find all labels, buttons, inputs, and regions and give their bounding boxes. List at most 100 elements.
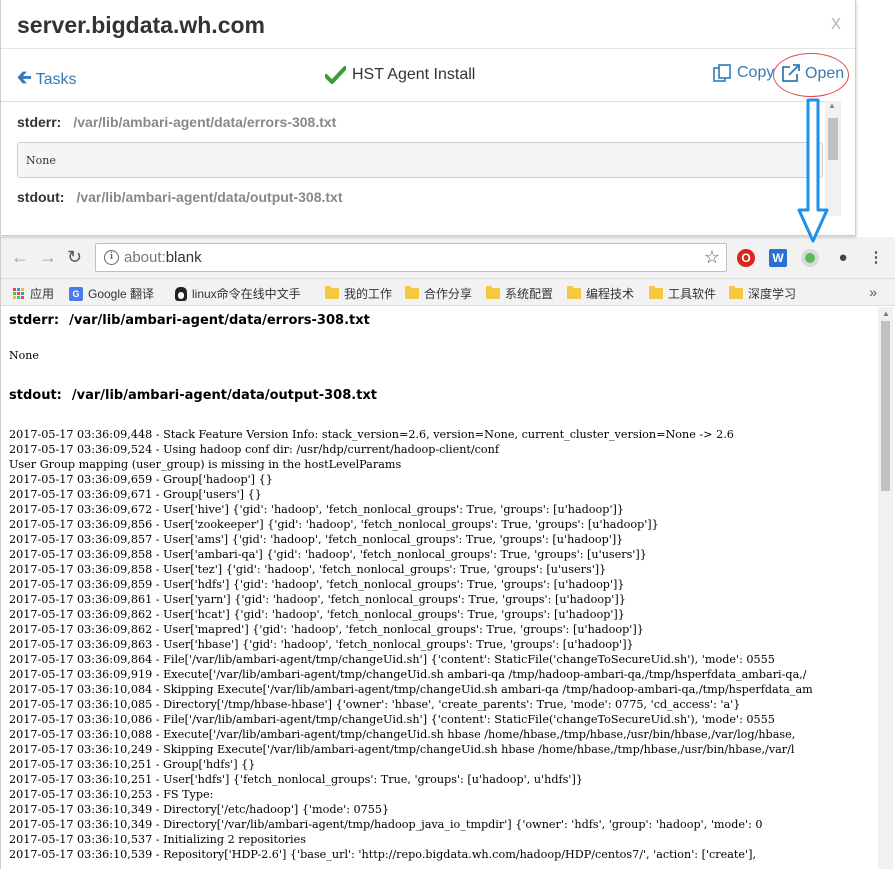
modal-stderr-value: None <box>17 142 823 178</box>
log-line: 2017-05-17 03:36:10,088 - Execute['/var/… <box>9 728 796 741</box>
copy-label: Copy <box>737 64 775 81</box>
address-bar[interactable]: i about:blank ☆ <box>95 243 727 272</box>
url-text: about:blank <box>124 249 202 266</box>
url-protocol: about: <box>124 249 166 266</box>
stderr-path: /var/lib/ambari-agent/data/errors-308.tx… <box>69 313 370 328</box>
folder-icon <box>325 286 339 299</box>
log-line: 2017-05-17 03:36:09,864 - File['/var/lib… <box>9 653 775 666</box>
bookmark-folder-work[interactable]: 我的工作 <box>325 285 392 302</box>
folder-icon <box>486 286 500 299</box>
tux-icon <box>175 286 187 301</box>
log-line: 2017-05-17 03:36:09,448 - Stack Feature … <box>9 428 734 441</box>
google-translate-icon: G <box>69 286 83 301</box>
bookmark-linux-commands[interactable]: linux命令在线中文手 <box>175 285 301 302</box>
modal-stdout-heading: stdout: /var/lib/ambari-agent/data/output… <box>17 189 343 205</box>
bookmark-folder-share[interactable]: 合作分享 <box>405 285 472 302</box>
bookmark-label: 编程技术 <box>586 287 635 301</box>
stdout-label: stdout: <box>9 388 62 403</box>
log-line: 2017-05-17 03:36:09,862 - User['hcat'] {… <box>9 608 625 621</box>
down-arrow-annotation-icon <box>797 98 829 243</box>
back-arrow-icon[interactable]: ← <box>11 247 29 268</box>
task-title: HST Agent Install <box>325 66 475 84</box>
bookmarks-bar: 应用 G Google 翻译 linux命令在线中文手 我的工作 合作分享 系统… <box>1 279 895 306</box>
bookmark-label: linux命令在线中文手 <box>192 287 301 301</box>
arrow-left-icon: 🡰 <box>17 67 32 87</box>
reload-icon[interactable]: ↻ <box>67 247 82 268</box>
log-line: 2017-05-17 03:36:09,671 - Group['users']… <box>9 488 262 501</box>
bookmark-star-icon[interactable]: ☆ <box>704 247 720 268</box>
log-line: 2017-05-17 03:36:10,349 - Directory['/va… <box>9 818 763 831</box>
bookmarks-overflow-icon[interactable]: » <box>869 284 877 300</box>
close-icon[interactable]: x <box>831 12 841 35</box>
stdout-label: stdout: <box>17 189 65 205</box>
log-line: 2017-05-17 03:36:09,857 - User['ams'] {'… <box>9 533 624 546</box>
bookmark-folder-sysconfig[interactable]: 系统配置 <box>486 285 553 302</box>
stdout-log: 2017-05-17 03:36:09,448 - Stack Feature … <box>9 427 813 862</box>
log-line: 2017-05-17 03:36:09,862 - User['mapred']… <box>9 623 644 636</box>
browser-menu-icon[interactable]: ⋮ <box>867 249 885 267</box>
info-icon[interactable]: i <box>104 250 119 265</box>
bookmark-label: 深度学习 <box>748 287 797 301</box>
copy-button[interactable]: Copy <box>713 64 774 82</box>
back-to-tasks-link[interactable]: 🡰 Tasks <box>17 65 77 95</box>
task-log-modal: server.bigdata.wh.com x 🡰 Tasks HST Agen… <box>0 0 856 236</box>
log-line: 2017-05-17 03:36:09,659 - Group['hadoop'… <box>9 473 273 486</box>
page-stderr-heading: stderr: /var/lib/ambari-agent/data/errors… <box>9 313 370 328</box>
log-line: 2017-05-17 03:36:10,086 - File['/var/lib… <box>9 713 775 726</box>
bookmark-label: 应用 <box>30 287 55 301</box>
checkmark-icon <box>325 66 346 84</box>
modal-log-area: stderr: /var/lib/ambari-agent/data/errors… <box>1 101 841 236</box>
evernote-extension-icon[interactable]: ● <box>834 249 852 267</box>
opera-extension-icon[interactable]: O <box>737 249 755 267</box>
log-line: 2017-05-17 03:36:10,349 - Directory['/et… <box>9 803 390 816</box>
word-extension-icon[interactable]: W <box>769 249 787 267</box>
stdout-path: /var/lib/ambari-agent/data/output-308.tx… <box>76 189 343 205</box>
log-line: 2017-05-17 03:36:10,537 - Initializing 2… <box>9 833 306 846</box>
bookmark-label: 工具软件 <box>668 287 717 301</box>
bookmark-folder-deeplearning[interactable]: 深度学习 <box>729 285 796 302</box>
modal-task-bar: 🡰 Tasks HST Agent Install Copy Open <box>1 49 855 101</box>
bookmark-label: 系统配置 <box>505 287 554 301</box>
scrollbar-thumb[interactable] <box>881 321 890 491</box>
browser-toolbar: ← → ↻ i about:blank ☆ O W ● ⋮ <box>1 237 895 279</box>
log-line: 2017-05-17 03:36:09,858 - User['ambari-q… <box>9 548 647 561</box>
log-line: 2017-05-17 03:36:09,863 - User['hbase'] … <box>9 638 634 651</box>
log-line: 2017-05-17 03:36:10,249 - Skipping Execu… <box>9 743 795 756</box>
bookmark-folder-tools[interactable]: 工具软件 <box>649 285 716 302</box>
page-scrollbar[interactable]: ▲ <box>878 307 893 869</box>
log-line: 2017-05-17 03:36:09,919 - Execute['/var/… <box>9 668 807 681</box>
log-line: 2017-05-17 03:36:10,253 - FS Type: <box>9 788 214 801</box>
copy-icon <box>713 64 731 82</box>
log-line: 2017-05-17 03:36:09,858 - User['tez'] {'… <box>9 563 607 576</box>
bookmark-apps[interactable]: 应用 <box>13 285 54 302</box>
log-line: 2017-05-17 03:36:09,861 - User['yarn'] {… <box>9 593 626 606</box>
page-stderr-value: None <box>9 349 39 362</box>
browser-window: ← → ↻ i about:blank ☆ O W ● ⋮ 应用 G Googl… <box>0 237 895 869</box>
status-dot-extension-icon[interactable] <box>801 249 819 267</box>
stderr-label: stderr: <box>17 114 62 130</box>
stdout-path: /var/lib/ambari-agent/data/output-308.tx… <box>71 388 378 403</box>
stderr-label: stderr: <box>9 313 60 328</box>
log-line: 2017-05-17 03:36:09,524 - Using hadoop c… <box>9 443 500 456</box>
log-line: User Group mapping (user_group) is missi… <box>9 458 402 471</box>
bookmark-google-translate[interactable]: G Google 翻译 <box>69 285 154 302</box>
open-highlight-circle <box>773 53 849 97</box>
bookmark-label: 我的工作 <box>344 287 393 301</box>
modal-header: server.bigdata.wh.com x <box>1 0 855 49</box>
scroll-up-icon[interactable]: ▲ <box>882 309 890 318</box>
log-line: 2017-05-17 03:36:10,085 - Directory['/tm… <box>9 698 741 711</box>
page-content: stderr: /var/lib/ambari-agent/data/errors… <box>1 307 877 869</box>
bookmark-folder-programming[interactable]: 编程技术 <box>567 285 634 302</box>
log-line: 2017-05-17 03:36:10,251 - Group['hdfs'] … <box>9 758 256 771</box>
log-line: 2017-05-17 03:36:09,672 - User['hive'] {… <box>9 503 625 516</box>
stderr-path: /var/lib/ambari-agent/data/errors-308.tx… <box>73 114 337 130</box>
task-title-text: HST Agent Install <box>352 66 476 83</box>
log-line: 2017-05-17 03:36:10,084 - Skipping Execu… <box>9 683 813 696</box>
bookmark-label: 合作分享 <box>424 287 473 301</box>
folder-icon <box>649 286 663 299</box>
folder-icon <box>729 286 743 299</box>
log-line: 2017-05-17 03:36:10,539 - Repository['HD… <box>9 848 757 861</box>
page-stdout-heading: stdout: /var/lib/ambari-agent/data/output… <box>9 388 377 403</box>
apps-grid-icon <box>13 287 25 300</box>
forward-arrow-icon[interactable]: → <box>39 247 57 268</box>
